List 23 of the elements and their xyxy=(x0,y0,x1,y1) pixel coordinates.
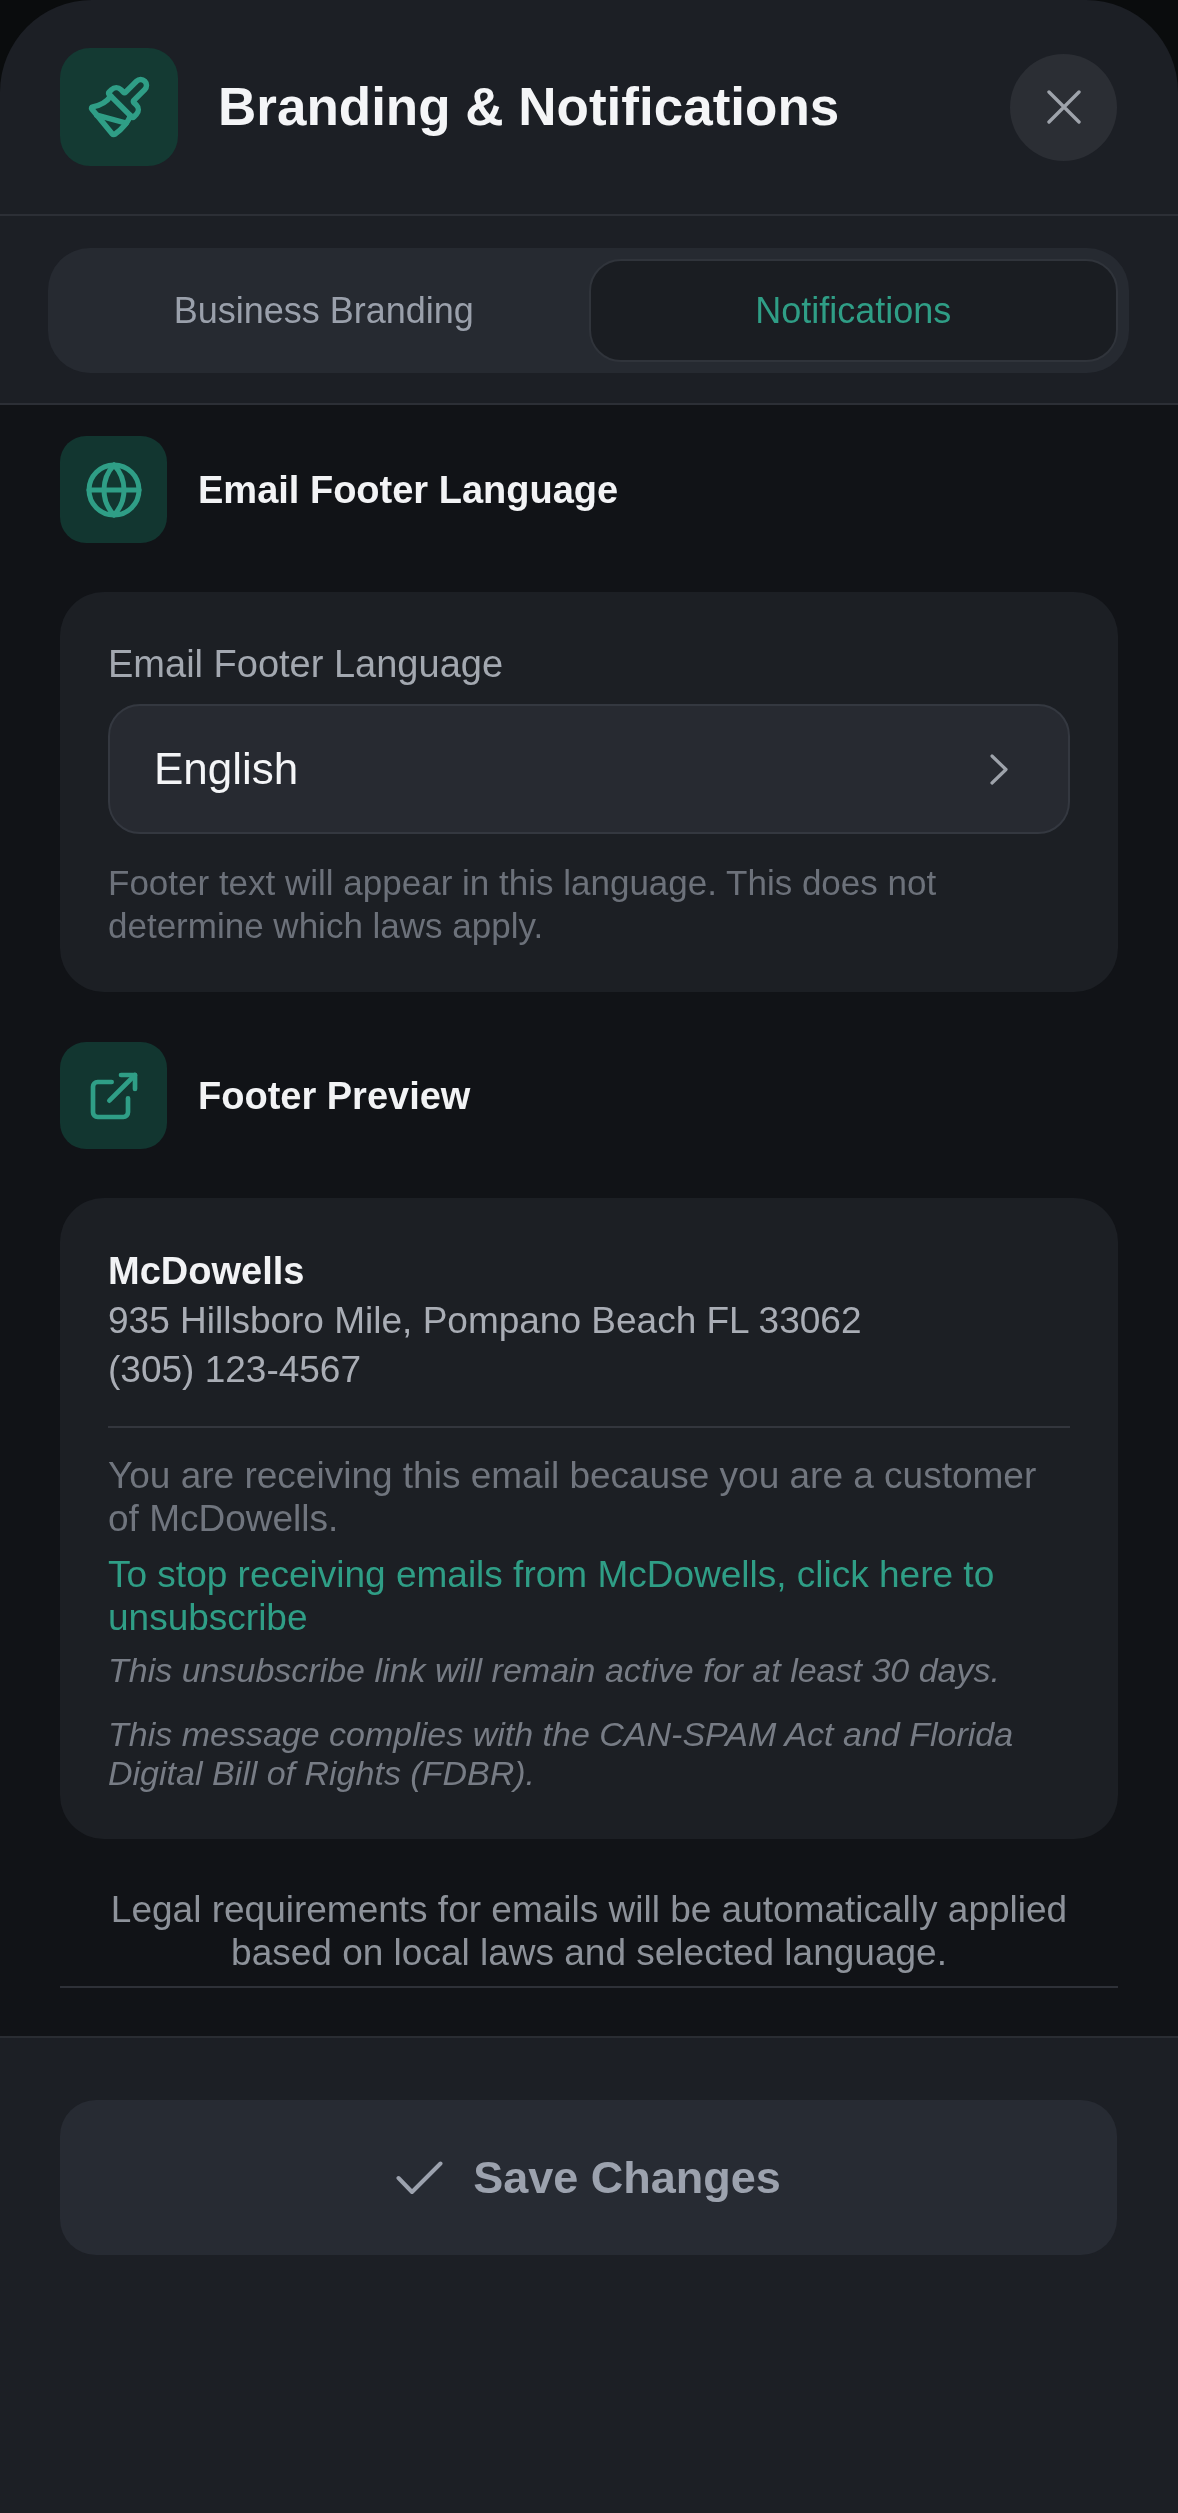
business-address: 935 Hillsboro Mile, Pompano Beach FL 33062 xyxy=(108,1299,863,1343)
paintbrush-icon xyxy=(60,48,178,166)
save-button[interactable]: Save Changes xyxy=(60,2100,1117,2255)
field-label: Email Footer Language xyxy=(108,642,505,687)
business-name: McDowells xyxy=(108,1249,306,1294)
compliance-text: This message complies with the CAN-SPAM Act and Florida Digital Bill of Rights (FDBR). xyxy=(108,1715,1015,1793)
globe-icon xyxy=(60,436,167,543)
tab[interactable]: Business Branding xyxy=(59,259,589,362)
notice-text: You are receiving this email because you are a customer of McDowells. xyxy=(108,1454,1038,1540)
close-icon xyxy=(1046,90,1081,124)
language-select[interactable]: English xyxy=(108,704,1070,834)
link-note: This unsubscribe link will remain active for at least 30 days. xyxy=(108,1650,1001,1690)
section-title: Email Footer Language xyxy=(198,467,619,513)
modal-title: Branding & Notifications xyxy=(218,76,840,138)
legal-note: Legal requirements for emails will be automatically applied based on local laws and selected language. xyxy=(109,1888,1069,1974)
tab[interactable]: Notifications xyxy=(588,259,1118,362)
unsubscribe-link[interactable]: To stop receiving emails from McDowells, click here to unsubscribe xyxy=(108,1553,1050,1639)
business-phone: (305) 123-4567 xyxy=(108,1348,363,1392)
check-icon xyxy=(396,2160,444,2195)
section-title: Footer Preview xyxy=(198,1073,471,1119)
chevron-right-icon xyxy=(990,753,1008,785)
external-link-icon xyxy=(60,1042,167,1149)
helper-text: Footer text will appear in this language. This does not determine which laws apply. xyxy=(108,862,938,947)
